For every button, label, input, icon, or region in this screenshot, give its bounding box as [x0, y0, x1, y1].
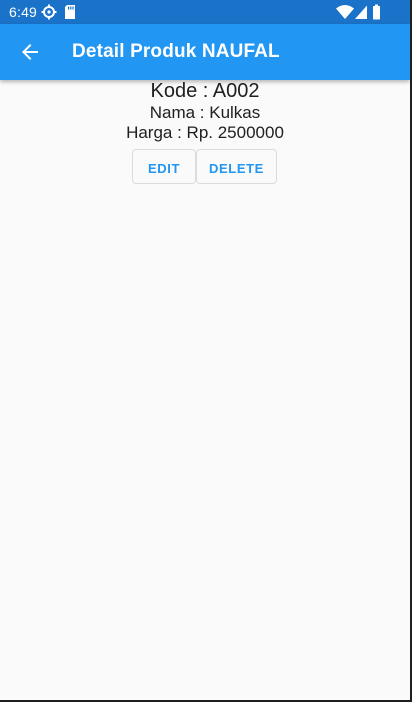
battery-icon — [373, 4, 380, 20]
back-button[interactable] — [6, 28, 54, 76]
page-title: Detail Produk NAUFAL — [72, 41, 280, 62]
product-price: Harga : Rp. 2500000 — [126, 123, 284, 142]
product-code: Kode : A002 — [150, 80, 260, 102]
settings-gear-icon — [41, 4, 57, 20]
app-bar: Detail Produk NAUFAL — [0, 24, 410, 80]
cell-signal-icon — [355, 5, 367, 19]
arrow-back-icon — [22, 44, 38, 60]
sd-card-icon — [65, 5, 75, 19]
wifi-icon — [336, 5, 354, 19]
screen: 6:49 Detail Produk NAUFAL Kode: A002 Na… — [0, 0, 410, 700]
product-name: Nama : Kulkas — [149, 103, 261, 122]
delete-button[interactable]: DELETE — [196, 149, 277, 184]
status-bar: 6:49 — [0, 0, 410, 24]
edit-button[interactable]: EDIT — [132, 149, 196, 184]
status-time: 6:49 — [9, 4, 38, 20]
